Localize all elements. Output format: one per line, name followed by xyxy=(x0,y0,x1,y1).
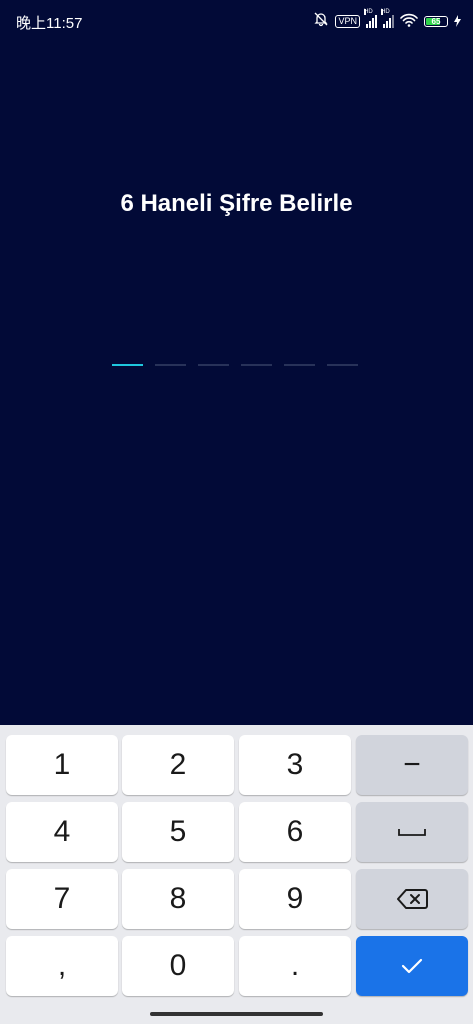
vpn-icon: VPN xyxy=(335,14,360,28)
pin-slot xyxy=(284,364,315,366)
pin-slot xyxy=(155,364,186,366)
comma-key[interactable]: , xyxy=(6,936,118,996)
charging-icon xyxy=(454,12,461,31)
minus-icon: − xyxy=(403,748,421,781)
key-3[interactable]: 3 xyxy=(239,735,351,795)
backspace-icon xyxy=(397,889,428,909)
numeric-keyboard: 1 2 3 − 4 5 6 7 8 9 , 0 . xyxy=(0,725,473,1024)
space-key[interactable] xyxy=(356,802,468,862)
hd-label: HD xyxy=(381,9,390,15)
pin-slot xyxy=(112,364,143,366)
status-time: 晚上11:57 xyxy=(16,15,83,32)
space-icon xyxy=(398,829,426,836)
mute-bell-icon xyxy=(313,11,329,31)
signal-icon: HD xyxy=(381,9,394,28)
pin-slot xyxy=(327,364,358,366)
key-0[interactable]: 0 xyxy=(122,936,234,996)
backspace-key[interactable] xyxy=(356,869,468,929)
battery-icon: 65 xyxy=(424,15,448,27)
pin-slot xyxy=(198,364,229,366)
key-4[interactable]: 4 xyxy=(6,802,118,862)
minus-key[interactable]: − xyxy=(356,735,468,795)
key-7[interactable]: 7 xyxy=(6,869,118,929)
key-6[interactable]: 6 xyxy=(239,802,351,862)
checkmark-icon xyxy=(401,958,423,974)
pin-input[interactable] xyxy=(112,364,358,366)
key-5[interactable]: 5 xyxy=(122,802,234,862)
key-2[interactable]: 2 xyxy=(122,735,234,795)
key-8[interactable]: 8 xyxy=(122,869,234,929)
battery-level: 65 xyxy=(431,16,441,26)
status-bar: 晚上11:57 VPN HD HD 65 xyxy=(0,0,473,42)
status-icons: VPN HD HD 65 xyxy=(313,9,461,31)
period-key[interactable]: . xyxy=(239,936,351,996)
key-1[interactable]: 1 xyxy=(6,735,118,795)
hd-label: HD xyxy=(364,9,373,15)
confirm-button[interactable] xyxy=(356,936,468,996)
signal-icon: HD xyxy=(364,9,377,28)
page-title: 6 Haneli Şifre Belirle xyxy=(120,190,353,217)
home-indicator[interactable] xyxy=(150,1012,323,1016)
pin-slot xyxy=(241,364,272,366)
wifi-icon xyxy=(400,12,418,31)
key-9[interactable]: 9 xyxy=(239,869,351,929)
